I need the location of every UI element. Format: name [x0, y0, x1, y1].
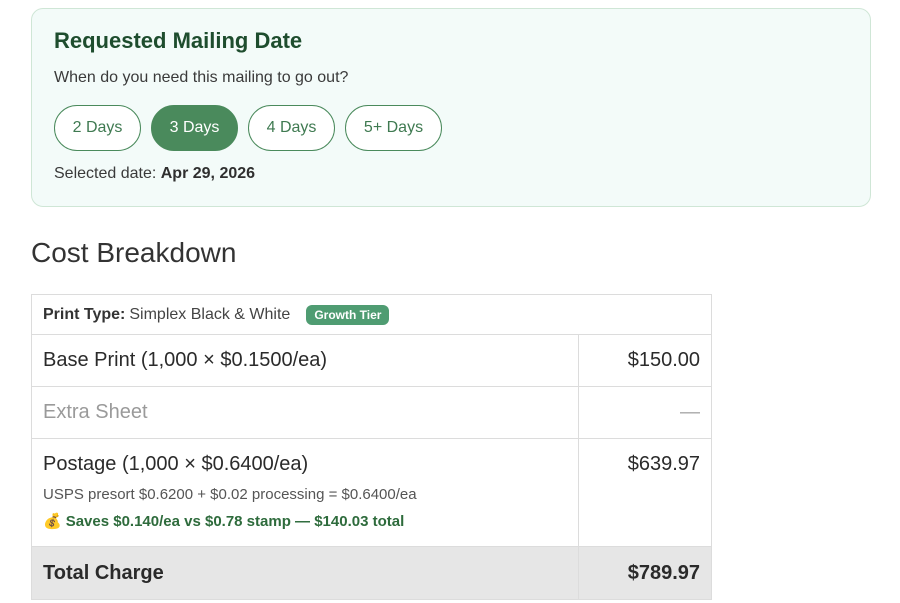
- total-label: Total Charge: [32, 547, 579, 599]
- mailing-date-card: Requested Mailing Date When do you need …: [31, 8, 871, 207]
- money-bag-icon: 💰: [43, 513, 62, 530]
- selected-date-label: Selected date:: [54, 165, 157, 182]
- print-type-row: Print Type: Simplex Black & White Growth…: [32, 295, 711, 334]
- print-type-label: Print Type:: [43, 305, 126, 323]
- print-type-value: Simplex Black & White: [129, 305, 291, 323]
- postage-cell: Postage (1,000 × $0.6400/ea) USPS presor…: [32, 439, 579, 546]
- total-amount: $789.97: [627, 561, 700, 584]
- mailing-date-question: When do you need this mailing to go out?: [54, 69, 349, 86]
- postage-amount: $639.97: [627, 453, 700, 475]
- table-row-extra-sheet: Extra Sheet —: [32, 386, 711, 438]
- postage-detail: USPS presort $0.6200 + $0.02 processing …: [43, 486, 417, 503]
- option-3-days[interactable]: 3 Days: [151, 105, 238, 151]
- selected-date: Selected date: Apr 29, 2026: [54, 165, 255, 183]
- option-5-plus-days[interactable]: 5+ Days: [345, 105, 442, 151]
- mailing-date-title: Requested Mailing Date: [54, 28, 303, 53]
- tier-badge: Growth Tier: [306, 304, 390, 325]
- postage-label: Postage (1,000 × $0.6400/ea): [43, 453, 309, 475]
- base-print-amount: $150.00: [627, 349, 700, 371]
- selected-date-value: Apr 29, 2026: [160, 165, 256, 182]
- cost-breakdown-heading: Cost Breakdown: [31, 237, 237, 268]
- cost-table: Print Type: Simplex Black & White Growth…: [31, 294, 712, 600]
- day-options: 2 Days 3 Days 4 Days 5+ Days: [54, 105, 442, 151]
- extra-sheet-amount: —: [680, 401, 700, 423]
- table-row-postage: Postage (1,000 × $0.6400/ea) USPS presor…: [32, 438, 711, 546]
- table-row-base-print: Base Print (1,000 × $0.1500/ea) $150.00: [32, 334, 711, 386]
- option-2-days[interactable]: 2 Days: [54, 105, 141, 151]
- option-4-days[interactable]: 4 Days: [248, 105, 335, 151]
- table-row-total: Total Charge $789.97: [32, 546, 711, 599]
- base-print-label: Base Print (1,000 × $0.1500/ea): [32, 335, 579, 386]
- postage-savings-text: Saves $0.140/ea vs $0.78 stamp — $140.03…: [65, 513, 405, 530]
- extra-sheet-label: Extra Sheet: [32, 387, 579, 438]
- postage-savings: 💰 Saves $0.140/ea vs $0.78 stamp — $140.0…: [43, 512, 578, 530]
